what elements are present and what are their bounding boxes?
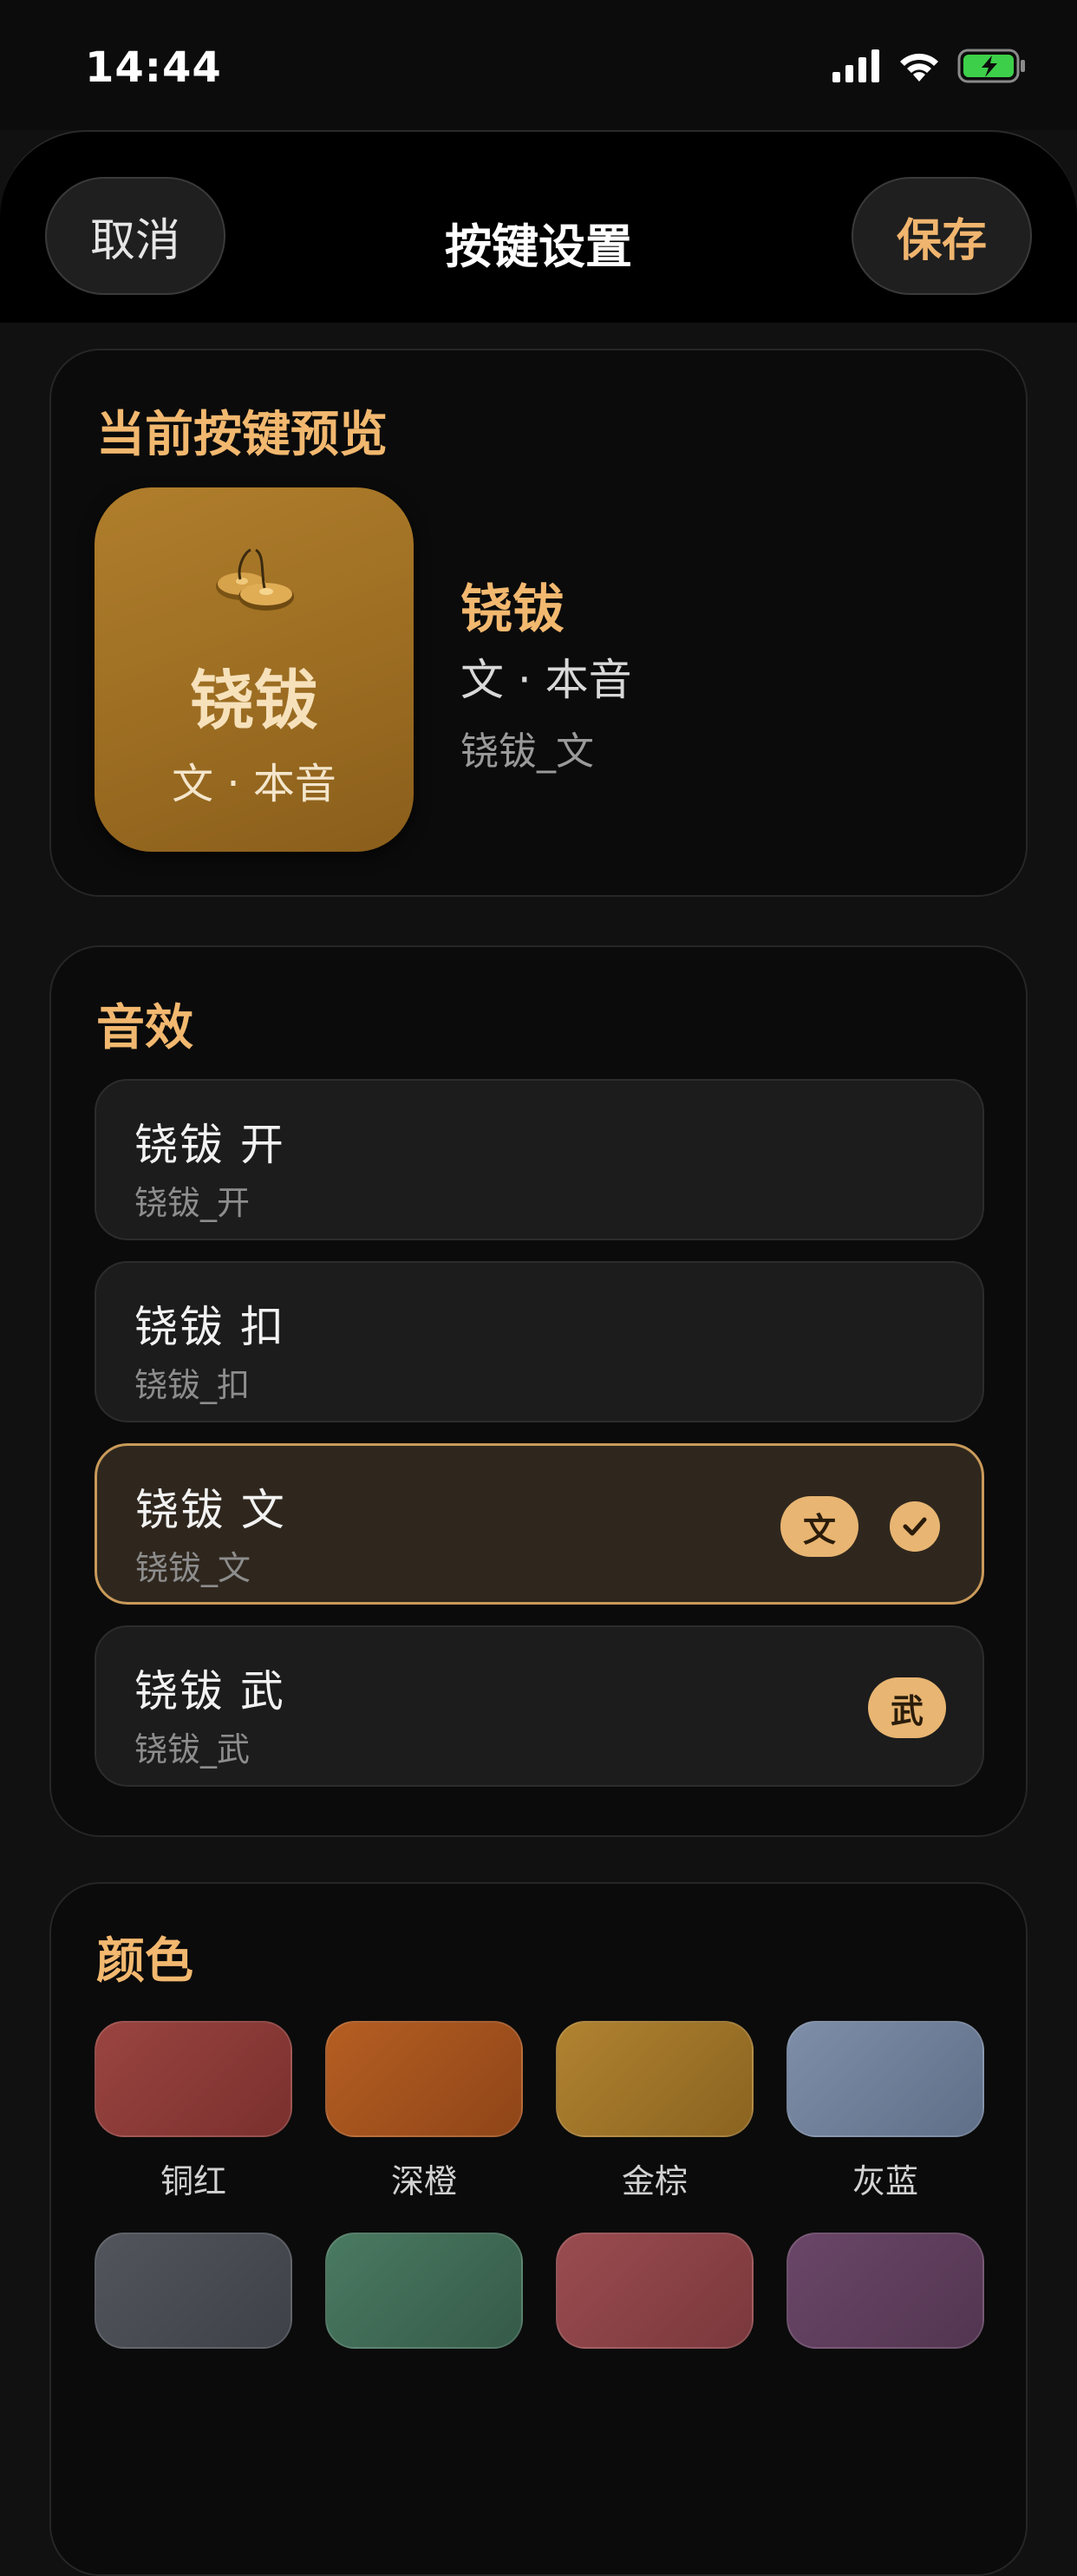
cymbals-icon [216,548,294,611]
swatch-label: 灰蓝 [852,2162,918,2200]
preview-section-title: 当前按键预览 [96,407,388,463]
wifi-icon [900,53,938,82]
preview-key-tile: 铙钹 文 · 本音 [95,487,414,852]
sound-file: 铙钹_开 [134,1184,251,1222]
swatch-label: 铜红 [160,2162,226,2200]
color-swatch-copper-red[interactable] [95,2021,292,2137]
status-icons [832,49,1027,83]
preview-key-subtitle: 文 · 本音 [172,760,336,808]
sound-item-cover[interactable]: 铙钹 扣 铙钹_扣 [95,1261,984,1422]
sound-item-open[interactable]: 铙钹 开 铙钹_开 [95,1079,984,1240]
preview-file: 铙钹_文 [460,729,594,774]
sound-name: 铙钹 开 [134,1120,285,1170]
sound-file: 铙钹_文 [135,1549,251,1587]
swatch-label: 金棕 [621,2162,688,2200]
sound-section-title: 音效 [96,1000,193,1056]
sound-effects-card: 音效 铙钹 开 铙钹_开 铙钹 扣 铙钹_扣 铙钹 文 铙钹_文 文 铙钹 武 … [49,945,1028,1837]
preview-name: 铙钹 [460,579,565,640]
save-button[interactable]: 保存 [852,177,1032,295]
sheet-header: 取消 按键设置 保存 [0,130,1077,323]
sound-name: 铙钹 文 [135,1485,286,1535]
sound-tag-badge: 文 [780,1496,858,1557]
swatch-label: 深橙 [390,2162,457,2200]
sound-item-wen[interactable]: 铙钹 文 铙钹_文 文 [95,1443,984,1605]
cellular-signal-icon [832,49,879,82]
sound-file: 铙钹_扣 [134,1366,251,1404]
color-swatch-grey-blue[interactable] [787,2021,984,2137]
preview-key-name: 铙钹 [190,664,318,738]
sound-item-wu[interactable]: 铙钹 武 铙钹_武 武 [95,1625,984,1787]
status-time: 14:44 [85,43,222,92]
color-swatch-deep-orange[interactable] [325,2021,523,2137]
sound-name: 铙钹 扣 [134,1302,285,1352]
battery-charging-icon [957,49,1025,83]
color-section-title: 颜色 [96,1933,193,1990]
preview-type: 文 · 本音 [460,655,632,705]
color-swatch-golden-brown[interactable] [556,2021,754,2137]
key-preview-card: 当前按键预览 铙钹 文 · 本音 铙钹 文 · 本音 铙钹_文 [49,349,1028,897]
status-bar: 14:44 [0,0,1077,130]
sound-tag-badge: 武 [868,1677,946,1738]
sound-file: 铙钹_武 [134,1730,251,1769]
color-card: 颜色 铜红 深橙 金棕 灰蓝 [49,1882,1028,2576]
sound-name: 铙钹 武 [134,1666,285,1716]
selected-check-icon [890,1501,940,1552]
